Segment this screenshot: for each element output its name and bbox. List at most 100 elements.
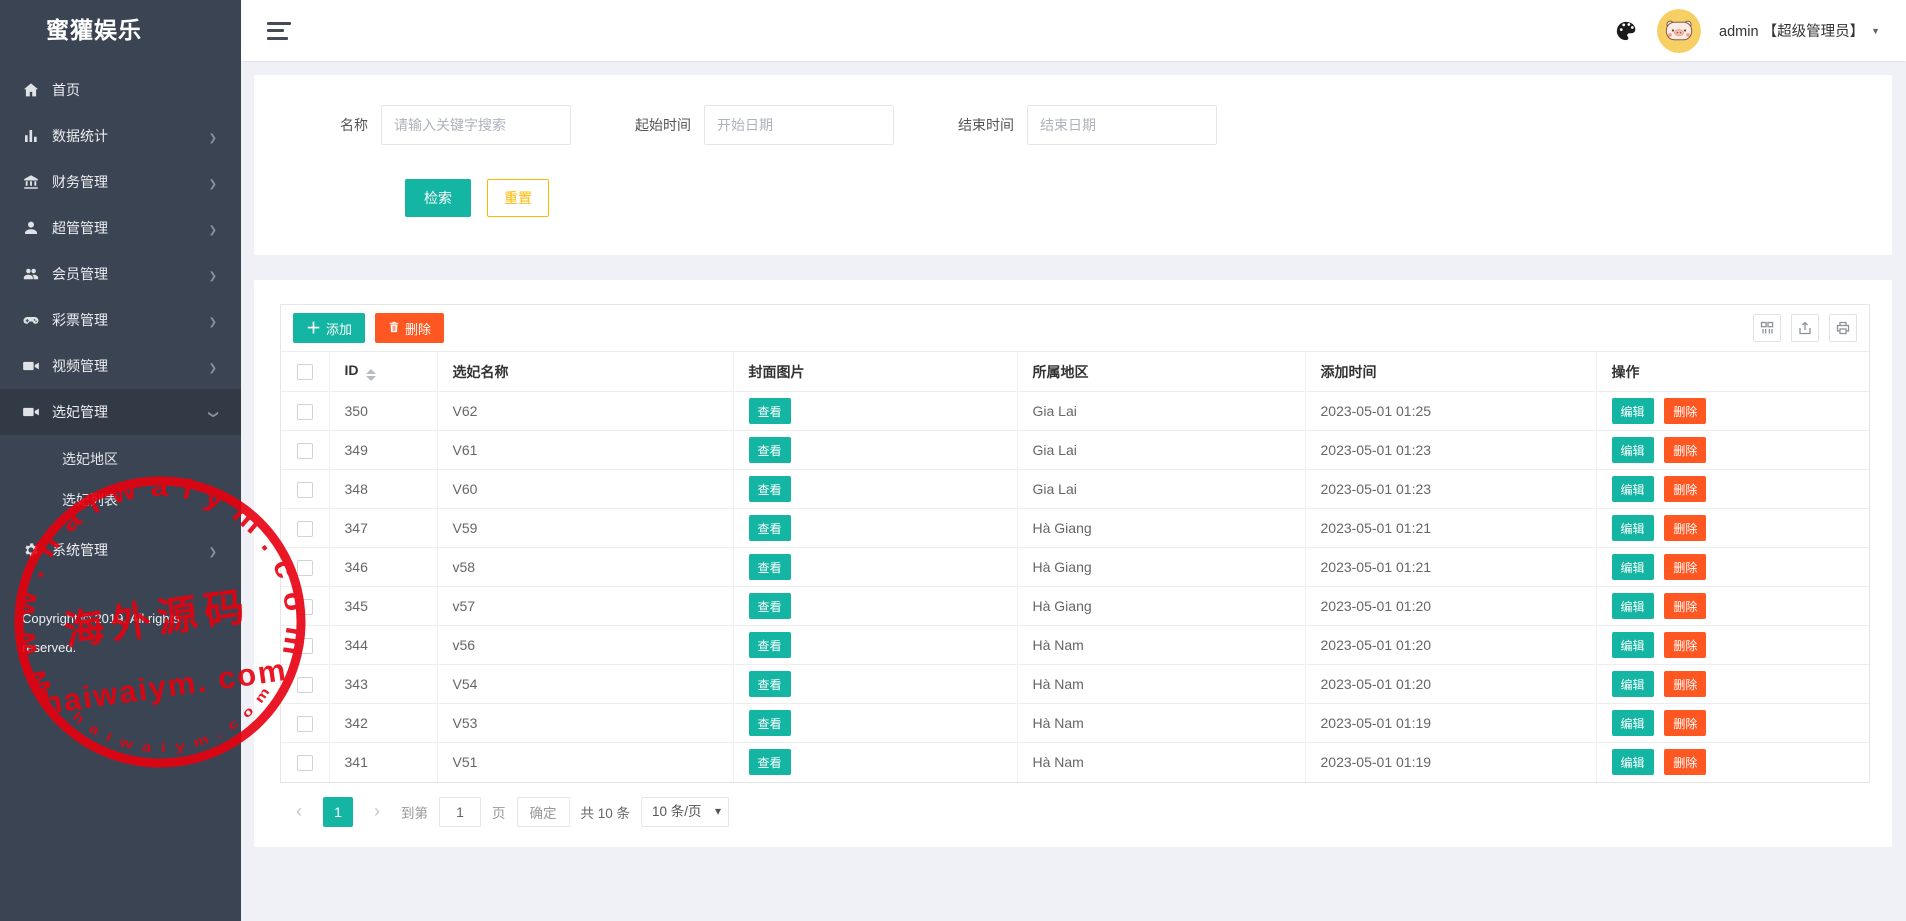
sidebar-item-members[interactable]: 会员管理 [0,251,241,297]
table-row: 349 V61 查看 Gia Lai 2023-05-01 01:23 编辑 删… [281,431,1869,470]
sidebar-item-finance[interactable]: 财务管理 [0,159,241,205]
cell-name: v58 [437,548,733,587]
prev-page-button[interactable] [286,797,312,827]
row-checkbox[interactable] [297,560,313,576]
cell-name: v57 [437,587,733,626]
row-checkbox[interactable] [297,521,313,537]
row-checkbox[interactable] [297,638,313,654]
cell-name: V62 [437,392,733,431]
main-area: admin 【超级管理员】 ▼ 名称 起始时间 [241,0,1906,921]
row-checkbox[interactable] [297,677,313,693]
cell-name: V51 [437,743,733,782]
end-time-label: 结束时间 [958,115,1014,135]
reset-button[interactable]: 重置 [487,179,549,217]
view-cover-button[interactable]: 查看 [749,749,791,775]
sidebar-item-concubine[interactable]: 选妃管理 [0,389,241,435]
edit-button[interactable]: 编辑 [1612,398,1654,424]
app-logo: 蜜獾娱乐 [0,0,241,61]
select-all-checkbox[interactable] [297,364,313,380]
sidebar-item-label: 财务管理 [52,172,205,192]
export-button[interactable] [1791,314,1819,342]
filter-columns-button[interactable] [1753,314,1781,342]
table-box: ＋ 添加 删除 [280,304,1870,783]
sidebar-item-admins[interactable]: 超管管理 [0,205,241,251]
table-row: 344 v56 查看 Hà Nam 2023-05-01 01:20 编辑 删除 [281,626,1869,665]
palette-icon[interactable] [1615,19,1639,43]
delete-button[interactable]: 删除 [1664,593,1706,619]
sidebar-item-label: 首页 [52,80,217,100]
delete-button[interactable]: 删除 [1664,632,1706,658]
row-checkbox[interactable] [297,716,313,732]
add-button[interactable]: ＋ 添加 [293,313,365,343]
table-row: 347 V59 查看 Hà Giang 2023-05-01 01:21 编辑 … [281,509,1869,548]
delete-button[interactable]: 删除 [1664,671,1706,697]
start-date-input[interactable] [704,105,894,145]
cell-id: 341 [329,743,437,782]
table-row: 343 V54 查看 Hà Nam 2023-05-01 01:20 编辑 删除 [281,665,1869,704]
edit-button[interactable]: 编辑 [1612,710,1654,736]
view-cover-button[interactable]: 查看 [749,593,791,619]
edit-button[interactable]: 编辑 [1612,749,1654,775]
delete-button[interactable]: 删除 [1664,437,1706,463]
view-cover-button[interactable]: 查看 [749,710,791,736]
hamburger-menu-icon[interactable] [267,21,293,41]
sidebar-item-home[interactable]: 首页 [0,67,241,113]
sidebar-item-video[interactable]: 视频管理 [0,343,241,389]
delete-button[interactable]: 删除 [1664,476,1706,502]
row-checkbox[interactable] [297,482,313,498]
delete-button[interactable]: 删除 [1664,398,1706,424]
per-page-select[interactable]: 10 条/页 [641,797,729,827]
goto-confirm-button[interactable]: 确定 [517,797,570,827]
sort-icon[interactable] [366,369,376,381]
view-cover-button[interactable]: 查看 [749,515,791,541]
bar-chart-icon [22,127,40,145]
header-name: 选妃名称 [437,352,733,392]
view-cover-button[interactable]: 查看 [749,476,791,502]
view-cover-button[interactable]: 查看 [749,632,791,658]
edit-button[interactable]: 编辑 [1612,593,1654,619]
bulk-delete-button[interactable]: 删除 [375,313,444,343]
table-toolbar: ＋ 添加 删除 [281,305,1869,351]
end-date-input[interactable] [1027,105,1217,145]
sidebar-item-lottery[interactable]: 彩票管理 [0,297,241,343]
row-checkbox[interactable] [297,404,313,420]
view-cover-button[interactable]: 查看 [749,554,791,580]
cell-id: 346 [329,548,437,587]
edit-button[interactable]: 编辑 [1612,437,1654,463]
print-button[interactable] [1829,314,1857,342]
edit-button[interactable]: 编辑 [1612,554,1654,580]
cell-id: 345 [329,587,437,626]
view-cover-button[interactable]: 查看 [749,671,791,697]
sidebar-item-stats[interactable]: 数据统计 [0,113,241,159]
keyword-input[interactable] [381,105,571,145]
cell-time: 2023-05-01 01:21 [1305,548,1596,587]
sidebar-subitem-list[interactable]: 选妃列表 [0,480,241,521]
sidebar-item-system[interactable]: 系统管理 [0,527,241,573]
row-checkbox[interactable] [297,443,313,459]
edit-button[interactable]: 编辑 [1612,515,1654,541]
page-1-button[interactable]: 1 [323,797,353,827]
delete-button[interactable]: 删除 [1664,710,1706,736]
cell-time: 2023-05-01 01:25 [1305,392,1596,431]
header-cover: 封面图片 [733,352,1017,392]
delete-button[interactable]: 删除 [1664,515,1706,541]
edit-button[interactable]: 编辑 [1612,632,1654,658]
search-button[interactable]: 检索 [405,179,471,217]
sidebar-subitem-region[interactable]: 选妃地区 [0,439,241,480]
delete-button[interactable]: 删除 [1664,554,1706,580]
user-menu[interactable]: admin 【超级管理员】 ▼ [1719,20,1880,41]
edit-button[interactable]: 编辑 [1612,476,1654,502]
view-cover-button[interactable]: 查看 [749,398,791,424]
view-cover-button[interactable]: 查看 [749,437,791,463]
edit-button[interactable]: 编辑 [1612,671,1654,697]
cell-time: 2023-05-01 01:20 [1305,665,1596,704]
copyright-text: Copyright © 2019. All rights reserved. [0,605,215,662]
cell-region: Hà Giang [1017,509,1305,548]
delete-button[interactable]: 删除 [1664,749,1706,775]
row-checkbox[interactable] [297,599,313,615]
avatar[interactable] [1657,9,1701,53]
row-checkbox[interactable] [297,755,313,771]
next-page-button[interactable] [364,797,390,827]
gear-icon [22,541,40,559]
goto-page-input[interactable] [439,797,481,827]
